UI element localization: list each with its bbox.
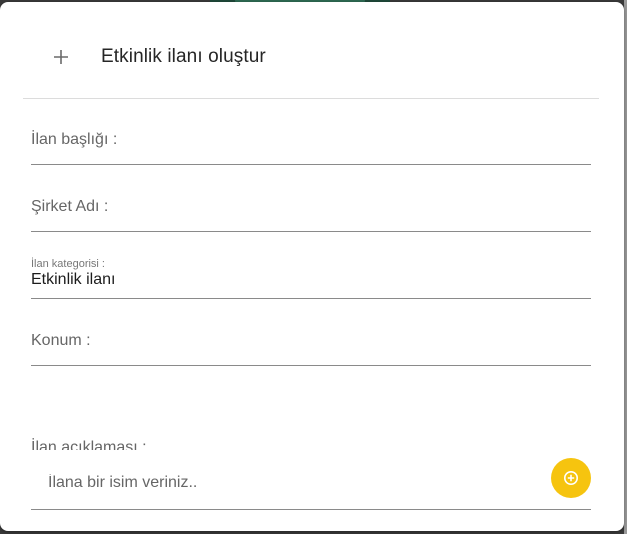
location-label: Konum : [31, 332, 91, 349]
listing-title-field[interactable]: İlan başlığı : [31, 124, 591, 165]
listing-category-label: İlan kategorisi : [31, 258, 105, 270]
listing-name-input[interactable] [31, 462, 550, 504]
description-label: İlan açıklaması : [31, 439, 147, 450]
listing-category-field[interactable]: İlan kategorisi : Etkinlik ilanı [31, 258, 591, 299]
company-name-label: Şirket Adı : [31, 198, 109, 215]
add-circle-icon [564, 471, 578, 485]
create-listing-dialog: Etkinlik ilanı oluştur İlan başlığı : Şi… [0, 2, 624, 531]
location-field[interactable]: Konum : [31, 325, 591, 366]
listing-category-value: Etkinlik ilanı [31, 271, 116, 288]
listing-title-label: İlan başlığı : [31, 131, 118, 148]
company-name-field[interactable]: Şirket Adı : [31, 191, 591, 232]
add-button[interactable] [551, 458, 591, 498]
header-divider [23, 98, 599, 99]
listing-name-row [31, 458, 591, 510]
plus-icon[interactable] [50, 46, 72, 68]
dialog-header: Etkinlik ilanı oluştur [0, 2, 624, 98]
dialog-title: Etkinlik ilanı oluştur [101, 46, 266, 67]
